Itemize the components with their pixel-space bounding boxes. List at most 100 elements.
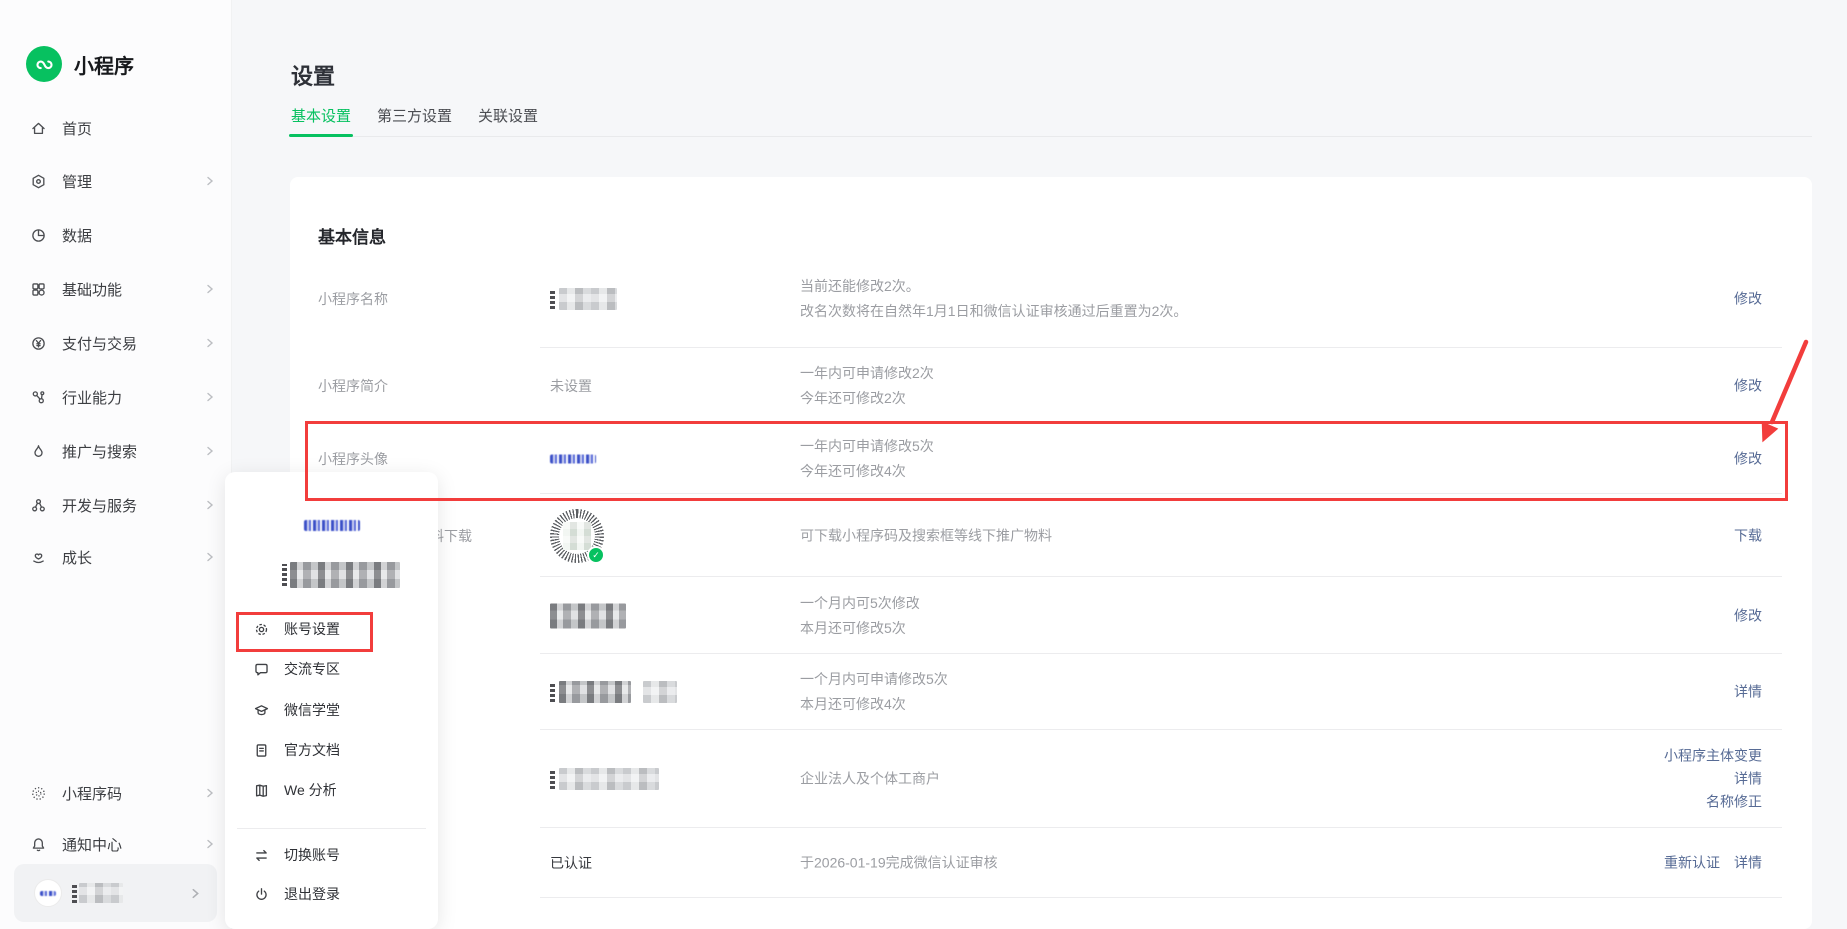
menu-item-official-docs[interactable]: 官方文档 <box>253 730 424 770</box>
sidebar-item-label: 成长 <box>62 547 92 568</box>
detail-link[interactable]: 详情 <box>1734 855 1762 871</box>
sidebar-item-data[interactable]: 数据 <box>30 215 215 255</box>
row-verification: 已认证 于2026-01-19完成微信认证审核 重新认证详情 <box>290 828 1812 898</box>
menu-item-logout[interactable]: 退出登录 <box>253 874 424 914</box>
sidebar-account-item[interactable] <box>14 864 217 922</box>
nodes-icon <box>30 389 47 406</box>
sidebar-item-notifications[interactable]: 通知中心 <box>30 824 215 864</box>
row-description: 一个月内可5次修改本月还可修改5次 <box>800 591 920 641</box>
row-value-blurred <box>550 681 677 703</box>
account-name-blurred <box>79 883 123 903</box>
menu-item-we-analytics[interactable]: We 分析 <box>253 770 424 810</box>
menu-item-label: We 分析 <box>284 780 337 800</box>
brand-logo-row: 小程序 <box>26 46 134 82</box>
manage-icon <box>30 173 47 190</box>
menu-item-label: 退出登录 <box>284 884 340 904</box>
sidebar-item-promotion[interactable]: 推广与搜索 <box>30 431 215 471</box>
account-avatar <box>34 879 62 907</box>
qr-blurred-center <box>563 522 591 550</box>
row-value-qrcode: ✓ <box>550 509 604 563</box>
sidebar-item-label: 推广与搜索 <box>62 441 137 462</box>
menu-item-label: 切换账号 <box>284 845 340 865</box>
popup-blurred-logo <box>304 520 360 531</box>
detail-link[interactable]: 详情 <box>1734 684 1762 700</box>
app-window: 小程序 首页 管理 数据 基础功能 支付与交易 行业能力 <box>0 0 1847 929</box>
chevron-right-icon <box>205 284 215 294</box>
sidebar-item-manage[interactable]: 管理 <box>30 161 215 201</box>
row-description: 可下载小程序码及搜索框等线下推广物料 <box>800 523 1052 548</box>
document-icon <box>253 742 270 759</box>
subject-change-link[interactable]: 小程序主体变更 <box>1664 748 1762 764</box>
sidebar-item-basic-features[interactable]: 基础功能 <box>30 269 215 309</box>
wechat-miniprogram-logo-icon <box>26 46 62 82</box>
menu-item-switch-account[interactable]: 切换账号 <box>253 835 424 875</box>
tab-related-settings[interactable]: 关联设置 <box>478 106 538 136</box>
sidebar-item-home[interactable]: 首页 <box>30 108 215 148</box>
account-popup-menu: 账号设置 交流专区 微信学堂 官方文档 We 分析 切换账号 退出登录 <box>225 472 438 929</box>
miniprogram-qr-code: ✓ <box>550 509 604 563</box>
download-link[interactable]: 下载 <box>1734 527 1762 543</box>
sidebar-item-label: 数据 <box>62 225 92 246</box>
row-label: 小程序简介 <box>318 376 388 396</box>
row-description: 企业法人及个体工商户 <box>800 767 940 792</box>
flame-icon <box>30 443 47 460</box>
row-value-blurred <box>550 288 617 310</box>
molecule-icon <box>30 497 47 514</box>
sidebar-item-minicode[interactable]: 小程序码 <box>30 773 215 813</box>
bell-icon <box>30 836 47 853</box>
row-miniprogram-intro: 小程序简介 未设置 一年内可申请修改2次今年还可修改2次 修改 <box>290 348 1812 424</box>
row-value-blurred <box>550 603 626 628</box>
verified-check-icon: ✓ <box>587 546 605 564</box>
grid-icon <box>30 281 47 298</box>
power-icon <box>253 886 270 903</box>
row-subject-info: 企业法人及个体工商户 小程序主体变更 详情 名称修正 <box>290 730 1812 828</box>
sidebar-item-label: 管理 <box>62 171 92 192</box>
menu-divider <box>237 828 426 829</box>
popup-account-name-blurred <box>282 562 400 588</box>
sun-code-icon <box>30 785 47 802</box>
menu-item-label: 微信学堂 <box>284 700 340 720</box>
row-hidden-label-2: 一个月内可申请修改5次本月还可修改4次 详情 <box>290 654 1812 730</box>
row-hidden-label-1: 一个月内可5次修改本月还可修改5次 修改 <box>290 577 1812 654</box>
chevron-right-icon <box>205 839 215 849</box>
settings-tabbar: 基本设置 第三方设置 关联设置 <box>291 106 1812 137</box>
sidebar-item-label: 开发与服务 <box>62 495 137 516</box>
yen-circle-icon <box>30 335 47 352</box>
analytics-icon <box>253 782 270 799</box>
heart-hands-icon <box>30 549 47 566</box>
sidebar-item-growth[interactable]: 成长 <box>30 537 215 577</box>
chevron-right-icon <box>205 788 215 798</box>
tab-thirdparty-settings[interactable]: 第三方设置 <box>377 106 452 136</box>
page-title: 设置 <box>291 59 335 91</box>
reverify-link[interactable]: 重新认证 <box>1664 855 1720 871</box>
sidebar-item-industry[interactable]: 行业能力 <box>30 377 215 417</box>
chevron-right-icon <box>205 446 215 456</box>
modify-link[interactable]: 修改 <box>1734 607 1762 623</box>
chevron-right-icon <box>190 888 201 899</box>
sidebar-item-develop[interactable]: 开发与服务 <box>30 485 215 525</box>
sidebar-item-label: 行业能力 <box>62 387 122 408</box>
row-value: 未设置 <box>550 376 592 396</box>
home-icon <box>30 120 47 137</box>
row-value-blurred <box>550 768 659 790</box>
menu-item-label: 官方文档 <box>284 740 340 760</box>
annotation-arrow <box>1720 330 1830 470</box>
chevron-right-icon <box>205 552 215 562</box>
name-correction-link[interactable]: 名称修正 <box>1706 794 1762 810</box>
row-description: 当前还能修改2次。改名次数将在自然年1月1日和微信认证审核通过后重置为2次。 <box>800 274 1187 324</box>
sidebar: 小程序 首页 管理 数据 基础功能 支付与交易 行业能力 <box>0 0 232 929</box>
sidebar-item-label: 小程序码 <box>62 783 122 804</box>
pie-chart-icon <box>30 227 47 244</box>
sidebar-item-label: 基础功能 <box>62 279 122 300</box>
sidebar-item-label: 支付与交易 <box>62 333 137 354</box>
modify-link[interactable]: 修改 <box>1734 291 1762 307</box>
menu-item-wechat-academy[interactable]: 微信学堂 <box>253 690 424 730</box>
account-name-blurred <box>72 884 77 903</box>
detail-link[interactable]: 详情 <box>1734 771 1762 787</box>
basic-info-card: 基本信息 小程序名称 当前还能修改2次。改名次数将在自然年1月1日和微信认证审核… <box>290 177 1812 929</box>
annotation-box-account-settings <box>236 612 373 652</box>
chevron-right-icon <box>205 392 215 402</box>
tab-basic-settings[interactable]: 基本设置 <box>291 106 351 136</box>
sidebar-item-payment[interactable]: 支付与交易 <box>30 323 215 363</box>
menu-item-community[interactable]: 交流专区 <box>253 649 424 689</box>
